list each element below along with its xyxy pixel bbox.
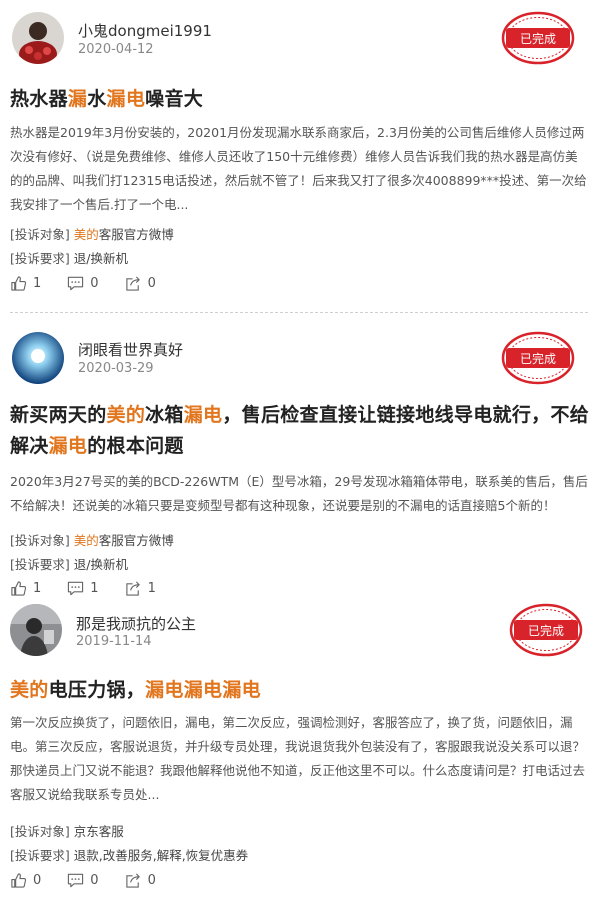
complaint-card[interactable]: 那是我顽抗的公主 2019-11-14 已完成 美的电压力锅，漏电漏电漏电 第一…	[0, 598, 600, 898]
keyword-highlight: 漏电漏电漏电	[145, 679, 261, 701]
keyword-highlight: 美的	[10, 679, 49, 701]
complaint-demand-label: [投诉要求]	[10, 557, 70, 572]
text-segment: 冰箱	[145, 404, 184, 426]
post-title[interactable]: 新买两天的美的冰箱漏电，售后检查直接让链接地线导电就行，不给解决漏电的根本问题	[10, 400, 592, 462]
text-segment: 客服官方微博	[98, 533, 174, 548]
comment-icon	[68, 873, 84, 888]
post-title[interactable]: 美的电压力锅，漏电漏电漏电	[10, 675, 590, 706]
username[interactable]: 小鬼dongmei1991	[78, 20, 212, 41]
like-button[interactable]: 0	[10, 872, 41, 889]
divider	[10, 312, 588, 313]
keyword-highlight: 漏电	[48, 435, 88, 457]
avatar[interactable]	[12, 12, 64, 64]
text-segment: 京东客服	[73, 824, 124, 839]
post-date: 2020-03-29	[78, 361, 154, 376]
share-icon	[125, 581, 140, 596]
share-button[interactable]: 0	[125, 872, 156, 889]
complaint-demand-label: [投诉要求]	[10, 848, 70, 863]
complaint-card[interactable]: 小鬼dongmei1991 2020-04-12 已完成 热水器漏水漏电噪音大 …	[0, 0, 600, 312]
completed-stamp-icon: 已完成	[500, 10, 576, 66]
keyword-highlight: 漏	[67, 88, 88, 110]
post-body[interactable]: 2020年3月27号买的美的BCD-226WTM（E）型号冰箱，29号发现冰箱箱…	[10, 470, 590, 518]
keyword-highlight: 美的	[106, 404, 146, 426]
complaint-demand-value: 退/换新机	[73, 251, 128, 266]
complaint-demand: [投诉要求] 退/换新机	[10, 248, 128, 267]
complaint-target-label: [投诉对象]	[10, 533, 70, 548]
complaint-target-label: [投诉对象]	[10, 227, 70, 242]
complaint-demand-value: 退款,改善服务,解释,恢复优惠券	[73, 848, 249, 863]
thumb-up-icon	[11, 581, 27, 596]
comment-count: 1	[90, 581, 99, 596]
like-count: 1	[33, 581, 42, 596]
username[interactable]: 闭眼看世界真好	[78, 339, 183, 360]
share-icon	[125, 276, 140, 291]
comment-count: 0	[90, 276, 99, 291]
complaint-card[interactable]: 闭眼看世界真好 2020-03-29 已完成 新买两天的美的冰箱漏电，售后检查直…	[0, 320, 600, 602]
share-button[interactable]: 0	[125, 275, 156, 292]
text-segment: 客服官方微博	[98, 227, 174, 242]
complaint-target: [投诉对象] 美的客服官方微博	[10, 530, 174, 549]
post-date: 2019-11-14	[76, 634, 152, 649]
complaint-target: [投诉对象] 京东客服	[10, 821, 124, 840]
complaint-target-value[interactable]: 美的客服官方微博	[74, 533, 174, 548]
comment-button[interactable]: 1	[67, 580, 99, 597]
share-button[interactable]: 1	[125, 580, 156, 597]
keyword-highlight: 漏电	[106, 88, 146, 110]
status-badge: 已完成	[520, 351, 556, 366]
post-date: 2020-04-12	[78, 42, 154, 57]
complaint-demand-label: [投诉要求]	[10, 251, 70, 266]
text-segment: 新买两天的	[10, 404, 107, 426]
keyword-highlight: 美的	[73, 227, 99, 242]
keyword-highlight: 漏电	[183, 404, 223, 426]
username[interactable]: 那是我顽抗的公主	[76, 613, 196, 634]
avatar[interactable]	[10, 604, 62, 656]
share-count: 1	[147, 581, 156, 596]
share-icon	[125, 873, 140, 888]
comment-button[interactable]: 0	[67, 872, 99, 889]
comment-icon	[68, 276, 84, 291]
complaint-demand: [投诉要求] 退款,改善服务,解释,恢复优惠券	[10, 845, 248, 864]
complaint-demand: [投诉要求] 退/换新机	[10, 554, 128, 573]
thumb-up-icon	[11, 873, 27, 888]
like-button[interactable]: 1	[10, 275, 41, 292]
post-body[interactable]: 热水器是2019年3月份安装的，20201月份发现漏水联系商家后，2.3月份美的…	[10, 121, 590, 217]
completed-stamp-icon: 已完成	[500, 330, 576, 386]
avatar[interactable]	[12, 332, 64, 384]
post-actions: 1 0 0	[10, 275, 182, 292]
text-segment: 的根本问题	[87, 435, 184, 457]
comment-count: 0	[90, 873, 99, 888]
text-segment: 热水器	[10, 88, 68, 110]
comment-button[interactable]: 0	[67, 275, 99, 292]
keyword-highlight: 美的	[73, 533, 99, 548]
like-count: 1	[33, 276, 42, 291]
post-title[interactable]: 热水器漏水漏电噪音大	[10, 84, 590, 115]
like-button[interactable]: 1	[10, 580, 41, 597]
complaint-target-value[interactable]: 京东客服	[74, 824, 124, 839]
completed-stamp-icon: 已完成	[508, 602, 584, 658]
post-body[interactable]: 第一次反应换货了，问题依旧，漏电，第二次反应，强调检测好，客服答应了，换了货，问…	[10, 711, 594, 807]
complaint-target-label: [投诉对象]	[10, 824, 70, 839]
text-segment: 水	[87, 88, 107, 110]
complaint-demand-value: 退/换新机	[73, 557, 128, 572]
text-segment: 噪音大	[145, 88, 204, 110]
thumb-up-icon	[11, 276, 27, 291]
post-actions: 0 0 0	[10, 872, 182, 889]
share-count: 0	[147, 276, 156, 291]
share-count: 0	[147, 873, 156, 888]
status-badge: 已完成	[520, 31, 556, 46]
complaint-target: [投诉对象] 美的客服官方微博	[10, 224, 174, 243]
like-count: 0	[33, 873, 42, 888]
text-segment: 电压力锅，	[48, 679, 146, 701]
status-badge: 已完成	[528, 623, 564, 638]
comment-icon	[68, 581, 84, 596]
complaint-target-value[interactable]: 美的客服官方微博	[74, 227, 174, 242]
post-actions: 1 1 1	[10, 580, 182, 597]
